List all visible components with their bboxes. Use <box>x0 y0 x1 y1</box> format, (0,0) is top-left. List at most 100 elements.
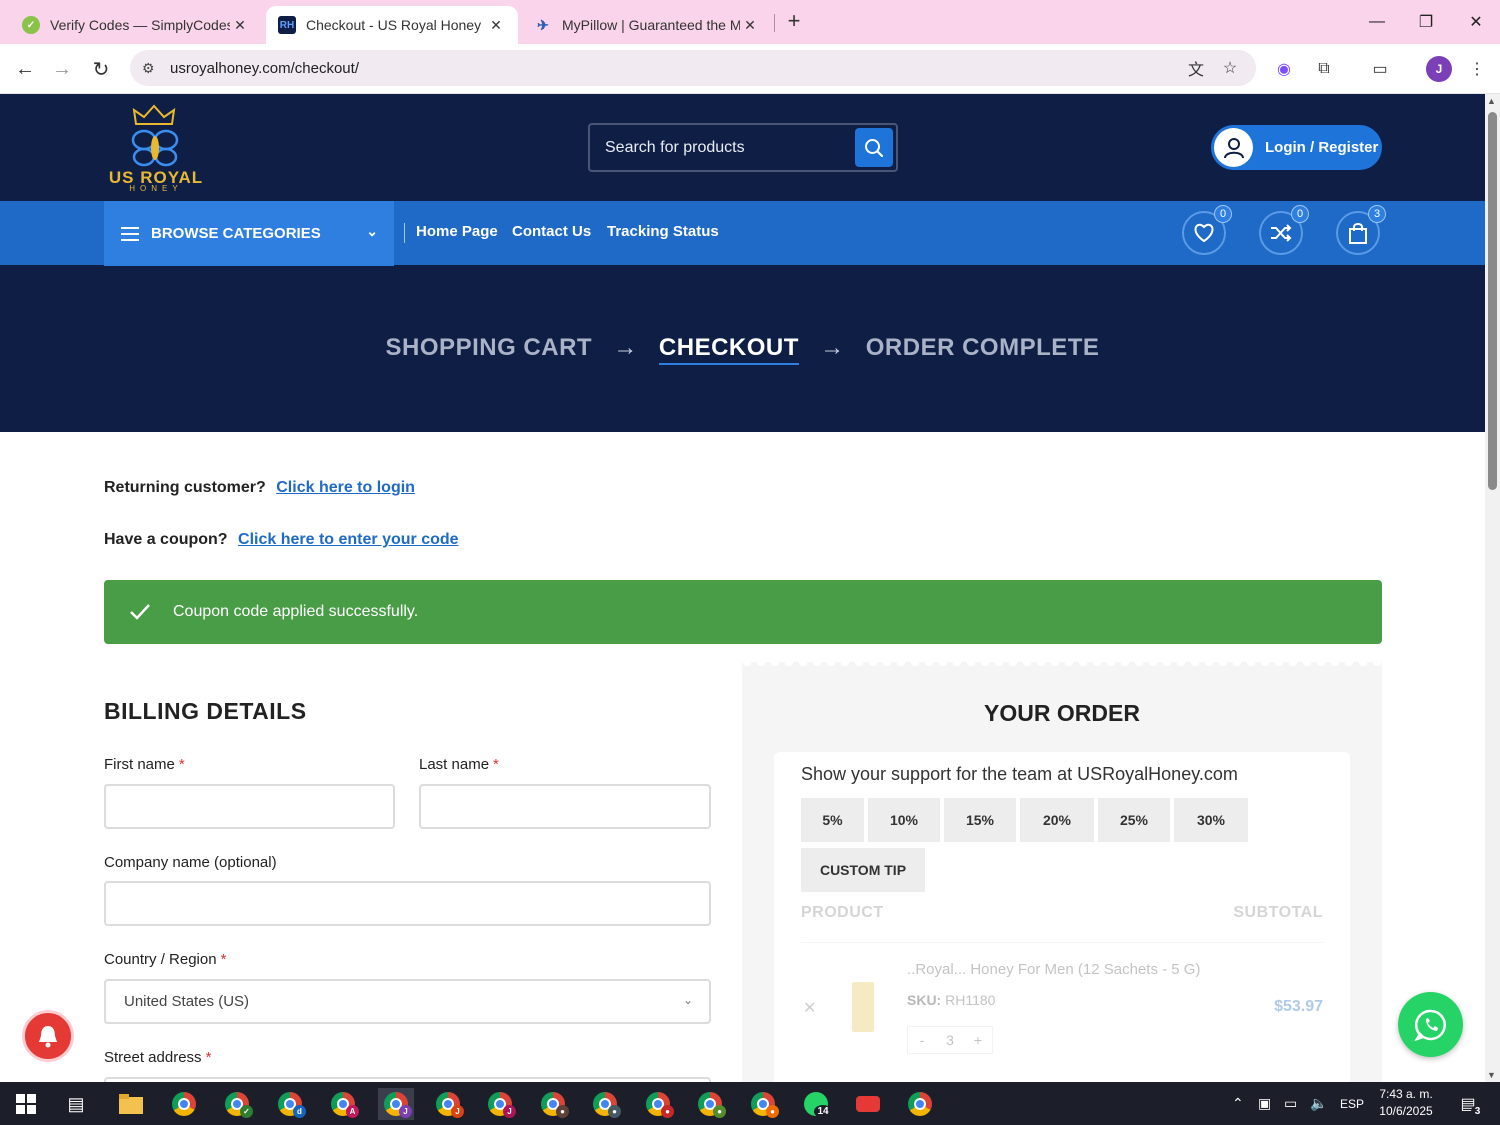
chrome-profile-icon[interactable]: ● <box>587 1088 623 1120</box>
custom-tip-button[interactable]: CUSTOM TIP <box>801 848 925 892</box>
nav-link-home[interactable]: Home Page <box>416 223 498 240</box>
order-summary: YOUR ORDER Show your support for the tea… <box>742 662 1382 1082</box>
browse-categories-button[interactable]: BROWSE CATEGORIES ⌄ <box>104 201 394 266</box>
search-icon <box>865 138 884 157</box>
file-explorer-icon[interactable] <box>113 1088 149 1120</box>
scrollbar-thumb[interactable] <box>1488 112 1497 490</box>
chrome-profile-icon[interactable]: ✓ <box>219 1088 255 1120</box>
tip-5-button[interactable]: 5% <box>801 798 864 842</box>
menu-kebab-icon[interactable]: ⋮ <box>1464 56 1490 82</box>
nav-link-tracking[interactable]: Tracking Status <box>607 223 719 240</box>
chrome-profile-icon[interactable]: J <box>482 1088 518 1120</box>
last-name-field[interactable] <box>419 784 711 829</box>
app-red-icon[interactable] <box>850 1088 886 1120</box>
mypillow-favicon-icon: ✈ <box>537 16 549 33</box>
coupon-link[interactable]: Click here to enter your code <box>238 531 459 548</box>
chrome-profile-icon[interactable]: ● <box>745 1088 781 1120</box>
new-tab-icon[interactable]: + <box>780 8 808 36</box>
tip-10-button[interactable]: 10% <box>868 798 940 842</box>
tip-30-button[interactable]: 30% <box>1174 798 1248 842</box>
url-text[interactable]: usroyalhoney.com/checkout/ <box>170 60 359 77</box>
tab-separator <box>774 14 775 32</box>
chrome-profile-icon[interactable]: ● <box>535 1088 571 1120</box>
windows-start-icon[interactable] <box>8 1088 44 1120</box>
chrome-icon[interactable] <box>166 1088 202 1120</box>
whatsapp-badge: 14 <box>814 1105 832 1118</box>
taskbar-clock[interactable]: 7:43 a. m. 10/6/2025 <box>1370 1086 1442 1120</box>
close-window-icon[interactable]: ✕ <box>1452 0 1500 44</box>
tab-checkout[interactable]: RH Checkout - US Royal Honey ✕ <box>266 6 518 44</box>
product-sku: SKU: RH1180 <box>907 992 995 1008</box>
tip-25-button[interactable]: 25% <box>1098 798 1170 842</box>
site-info-icon[interactable]: ⚙ <box>142 60 162 77</box>
page-scrollbar[interactable]: ▲ ▼ <box>1485 94 1500 1082</box>
shopping-bag-icon <box>1349 223 1367 244</box>
whatsapp-chat-button[interactable] <box>1398 992 1463 1057</box>
reading-mode-icon[interactable]: ▭ <box>1367 56 1393 82</box>
billing-title: BILLING DETAILS <box>104 698 307 724</box>
first-name-field[interactable] <box>104 784 395 829</box>
restore-icon[interactable]: ❐ <box>1402 0 1450 44</box>
required-asterisk: * <box>493 756 499 773</box>
product-name[interactable]: ..Royal... Honey For Men (12 Sachets - 5… <box>907 961 1200 978</box>
cart-button[interactable]: 3 <box>1336 205 1386 255</box>
chrome-profile-icon[interactable]: A <box>325 1088 361 1120</box>
address-bar[interactable]: ⚙ usroyalhoney.com/checkout/ 文 ☆ <box>130 50 1256 86</box>
search-input[interactable] <box>590 125 850 170</box>
extension-purple-icon[interactable]: ◉ <box>1271 56 1297 82</box>
close-tab-icon[interactable]: ✕ <box>230 17 250 34</box>
chrome-profile-active-icon[interactable]: J <box>378 1088 414 1120</box>
step-checkout[interactable]: CHECKOUT <box>658 334 799 365</box>
returning-customer-row: Returning customer? Click here to login <box>104 479 415 497</box>
meet-icon[interactable]: ▣ <box>1258 1082 1271 1125</box>
qty-minus-button[interactable]: - <box>908 1027 936 1053</box>
chrome-profile-icon[interactable]: d <box>272 1088 308 1120</box>
scroll-down-icon[interactable]: ▼ <box>1487 1070 1496 1080</box>
chrome-profile-icon[interactable]: ● <box>640 1088 676 1120</box>
notification-bell-button[interactable] <box>22 1010 74 1062</box>
bee-icon <box>131 129 179 167</box>
tip-15-button[interactable]: 15% <box>944 798 1016 842</box>
translate-icon[interactable]: 文 <box>1184 56 1208 80</box>
compare-button[interactable]: 0 <box>1259 205 1309 255</box>
bookmark-star-icon[interactable]: ☆ <box>1218 56 1242 80</box>
network-icon[interactable]: ▭ <box>1284 1082 1297 1125</box>
login-link[interactable]: Click here to login <box>276 479 415 496</box>
country-select[interactable]: United States (US) ⌄ <box>104 979 711 1024</box>
language-indicator[interactable]: ESP <box>1340 1082 1364 1125</box>
tray-overflow-icon[interactable]: ⌃ <box>1232 1082 1244 1125</box>
tip-20-button[interactable]: 20% <box>1020 798 1094 842</box>
wishlist-button[interactable]: 0 <box>1182 205 1232 255</box>
task-view-icon[interactable]: ▤ <box>58 1088 94 1120</box>
chrome-icon[interactable] <box>902 1088 938 1120</box>
tab-mypillow[interactable]: ✈ MyPillow | Guaranteed the Most ✕ <box>522 6 772 44</box>
whatsapp-taskbar-icon[interactable]: 14 <box>798 1088 834 1120</box>
volume-icon[interactable]: 🔈 <box>1310 1082 1327 1125</box>
step-shopping-cart[interactable]: SHOPPING CART <box>386 334 593 361</box>
last-name-label: Last name * <box>419 756 499 773</box>
heart-icon <box>1194 223 1214 243</box>
qty-plus-button[interactable]: + <box>964 1027 992 1053</box>
back-icon[interactable]: ← <box>10 54 40 84</box>
close-tab-icon[interactable]: ✕ <box>486 17 506 34</box>
site-logo[interactable]: US ROYAL HONEY <box>108 104 204 193</box>
required-asterisk: * <box>220 951 227 968</box>
close-tab-icon[interactable]: ✕ <box>740 17 760 34</box>
nav-link-contact[interactable]: Contact Us <box>512 223 591 240</box>
chrome-profile-icon[interactable]: ● <box>692 1088 728 1120</box>
chevron-down-icon: ⌄ <box>366 223 378 239</box>
company-field[interactable] <box>104 881 711 926</box>
profile-avatar[interactable]: J <box>1426 56 1452 82</box>
remove-item-icon[interactable]: ✕ <box>803 998 816 1018</box>
extensions-puzzle-icon[interactable]: ⧉ <box>1311 56 1337 82</box>
forward-icon[interactable]: → <box>47 54 77 84</box>
login-register-button[interactable]: Login / Register <box>1211 125 1382 170</box>
minimize-icon[interactable]: — <box>1353 0 1401 44</box>
search-button[interactable] <box>855 128 893 167</box>
scroll-up-icon[interactable]: ▲ <box>1487 96 1496 106</box>
reload-icon[interactable]: ↻ <box>86 54 116 84</box>
tab-simplycodes[interactable]: ✓ Verify Codes — SimplyCodes ✕ <box>10 6 262 44</box>
qty-value[interactable]: 3 <box>936 1027 964 1053</box>
chrome-profile-icon[interactable]: J <box>430 1088 466 1120</box>
notifications-icon[interactable]: ▤ 3 <box>1450 1088 1486 1120</box>
